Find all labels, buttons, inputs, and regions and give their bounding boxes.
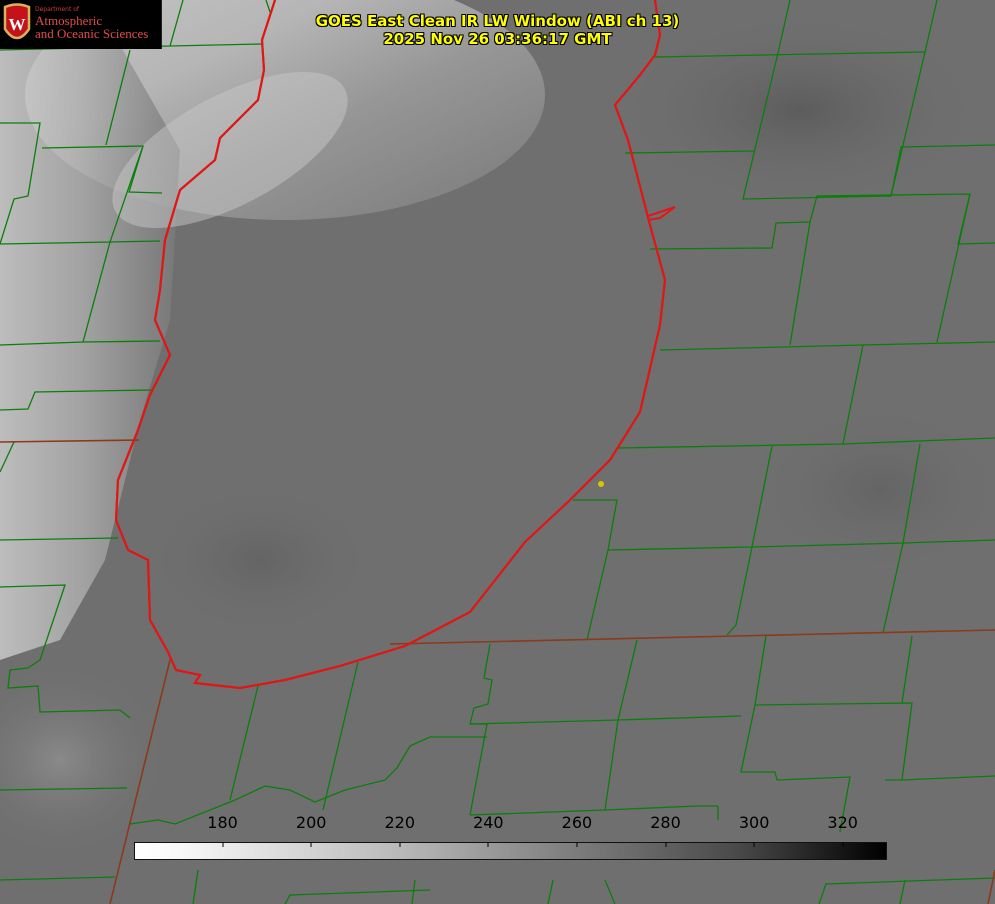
image-timestamp: 2025 Nov 26 03:36:17 GMT	[383, 30, 612, 48]
colorbar-tick-label: 320	[827, 813, 858, 832]
aos-logo: W Department of Atmospheric and Oceanic …	[0, 0, 162, 49]
colorbar-tick-label: 260	[561, 813, 593, 832]
colorbar-tick-mark	[665, 842, 667, 847]
map-image	[0, 0, 995, 904]
satellite-map: W Department of Atmospheric and Oceanic …	[0, 0, 995, 904]
colorbar-tick-mark	[842, 842, 844, 847]
temperature-colorbar: 180 200 220 240 260 280 300 320	[134, 814, 887, 861]
colorbar-gradient	[134, 842, 887, 860]
colorbar-tick-label: 300	[738, 813, 770, 832]
svg-text:W: W	[9, 15, 26, 34]
crest-icon: W	[3, 3, 31, 40]
colorbar-tick-label: 240	[473, 813, 504, 832]
image-title: GOES East Clean IR LW Window (ABI ch 13)	[315, 12, 680, 30]
colorbar-tick-mark	[222, 842, 224, 847]
logo-department-text: Department of	[35, 6, 79, 13]
colorbar-tick-mark	[310, 842, 312, 847]
colorbar-tick-mark	[753, 842, 755, 847]
dark-region-south	[140, 480, 380, 640]
colorbar-tick-label: 220	[384, 813, 416, 832]
colorbar-tick-mark	[487, 842, 489, 847]
colorbar-tick-label: 200	[295, 813, 327, 832]
colorbar-tick-mark	[576, 842, 578, 847]
colorbar-tick-mark	[399, 842, 401, 847]
colorbar-tick-label: 180	[207, 813, 238, 832]
colorbar-tick-label: 280	[650, 813, 681, 832]
logo-line-oceanic: and Oceanic Sciences	[35, 26, 149, 41]
location-marker	[598, 481, 604, 487]
